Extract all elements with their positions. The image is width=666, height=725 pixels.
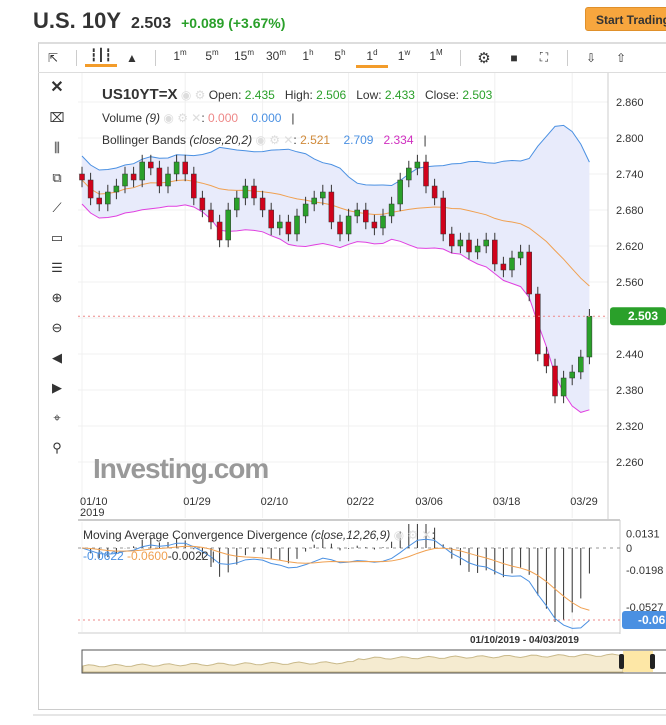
timeframe-1h[interactable]: 1h bbox=[292, 48, 324, 68]
fullscreen-icon[interactable]: ⛶ bbox=[529, 50, 559, 65]
copy-icon[interactable]: ⧉ bbox=[40, 163, 74, 193]
timeframe-5m[interactable]: 5m bbox=[196, 48, 228, 68]
zoom-out-icon[interactable]: ⊖ bbox=[40, 313, 74, 343]
bb-lower-value: 2.334 bbox=[383, 133, 414, 147]
timeframe-15m[interactable]: 15m bbox=[228, 48, 260, 68]
macd-values: -0.0622 -0.0600-0.0022 | bbox=[83, 549, 215, 563]
watermark-logo: Investing.com bbox=[93, 453, 269, 484]
start-trading-button[interactable]: Start Trading bbox=[585, 7, 666, 31]
timeframe-1w[interactable]: 1w bbox=[388, 48, 420, 68]
last-price: 2.503 bbox=[131, 15, 172, 32]
signal-value: -0.0600 bbox=[127, 549, 168, 563]
open-label: Open: bbox=[208, 88, 242, 102]
timeframe-1d[interactable]: 1d bbox=[356, 48, 388, 68]
drawing-toolbar: ✕ ⌧ ⫼ ⧉ ⟋ ▭ ☰ ⊕ ⊖ ◀ ▶ ⌖ ⚲ bbox=[40, 73, 74, 463]
crosshair-icon[interactable]: ⌖ bbox=[40, 403, 74, 433]
volume-value-b: 0.000 bbox=[251, 111, 282, 125]
range-label: 01/10/2019 - 04/03/2019 bbox=[470, 635, 579, 646]
remove-drawings-icon[interactable]: ⌧ bbox=[40, 103, 74, 133]
indicators-icon[interactable]: ⫼ bbox=[40, 133, 74, 163]
timeframe-5h[interactable]: 5h bbox=[324, 48, 356, 68]
high-label: High: bbox=[284, 88, 313, 102]
bb-params: (close,20,2) bbox=[189, 133, 253, 147]
timeframe-1m[interactable]: 1m bbox=[164, 48, 196, 68]
price-change: +0.089 (+3.67%) bbox=[181, 15, 286, 31]
candlestick-type-icon[interactable]: ┇┃┇ bbox=[85, 48, 117, 67]
volume-params: (9) bbox=[145, 111, 161, 125]
macd-legend: Moving Average Convergence Divergence (c… bbox=[83, 528, 435, 542]
camera-icon[interactable]: ■ bbox=[499, 51, 529, 65]
scroll-right-icon[interactable]: ▶ bbox=[40, 373, 74, 403]
timeframe-1M[interactable]: 1M bbox=[420, 48, 452, 68]
low-value: 2.433 bbox=[384, 88, 415, 102]
upload-cloud-icon[interactable]: ⇧ bbox=[606, 51, 636, 65]
histogram-value: -0.0022 bbox=[167, 549, 209, 563]
scroll-left-icon[interactable]: ◀ bbox=[40, 343, 74, 373]
symbol-legend: US10YT=X ◉ ⚙ Open: 2.435 High: 2.506 Low… bbox=[102, 86, 493, 103]
download-cloud-icon[interactable]: ⇩ bbox=[576, 51, 606, 65]
settings-gear-icon[interactable]: ⚙ bbox=[469, 49, 499, 67]
close-icon[interactable]: ✕ bbox=[40, 73, 74, 103]
macd-value: -0.0622 bbox=[83, 549, 124, 563]
close-value: 2.503 bbox=[462, 88, 493, 102]
instrument-title: U.S. 10Y bbox=[33, 8, 122, 33]
volume-legend: Volume (9) ◉ ⚙ ✕: 0.000 0.000 | bbox=[102, 111, 295, 125]
area-type-icon[interactable]: ▲ bbox=[117, 51, 147, 65]
timeframe-30m[interactable]: 30m bbox=[260, 48, 292, 68]
macd-label: Moving Average Convergence Divergence bbox=[83, 528, 308, 542]
volume-value-a: 0.000 bbox=[208, 111, 239, 125]
macd-params: (close,12,26,9) bbox=[310, 528, 391, 542]
fibonacci-icon[interactable]: ☰ bbox=[40, 253, 74, 283]
symbol-name: US10YT=X bbox=[102, 86, 178, 103]
cursor-icon[interactable]: ⇱ bbox=[38, 51, 68, 65]
low-label: Low: bbox=[356, 88, 382, 102]
chart-toolbar: ⇱ ┇┃┇ ▲ 1m 5m 15m 30m 1h 5h 1d 1w 1M ⚙ ■ ⛶ ⇩ ⇧ bbox=[38, 43, 666, 73]
quote-header: U.S. 10Y 2.503 +0.089 (+3.67%) bbox=[33, 8, 285, 34]
trendline-icon[interactable]: ⟋ bbox=[40, 193, 74, 223]
rectangle-icon[interactable]: ▭ bbox=[40, 223, 74, 253]
magnet-icon[interactable]: ⚲ bbox=[40, 433, 74, 463]
zoom-in-icon[interactable]: ⊕ bbox=[40, 283, 74, 313]
close-label: Close: bbox=[424, 88, 459, 102]
bb-label: Bollinger Bands bbox=[102, 133, 187, 147]
bollinger-legend: Bollinger Bands (close,20,2) ◉ ⚙ ✕: 2.52… bbox=[102, 133, 427, 147]
bb-upper-value: 2.709 bbox=[343, 133, 374, 147]
bb-mid-value: 2.521 bbox=[300, 133, 331, 147]
volume-label: Volume bbox=[102, 111, 143, 125]
high-value: 2.506 bbox=[316, 88, 347, 102]
open-value: 2.435 bbox=[244, 88, 275, 102]
